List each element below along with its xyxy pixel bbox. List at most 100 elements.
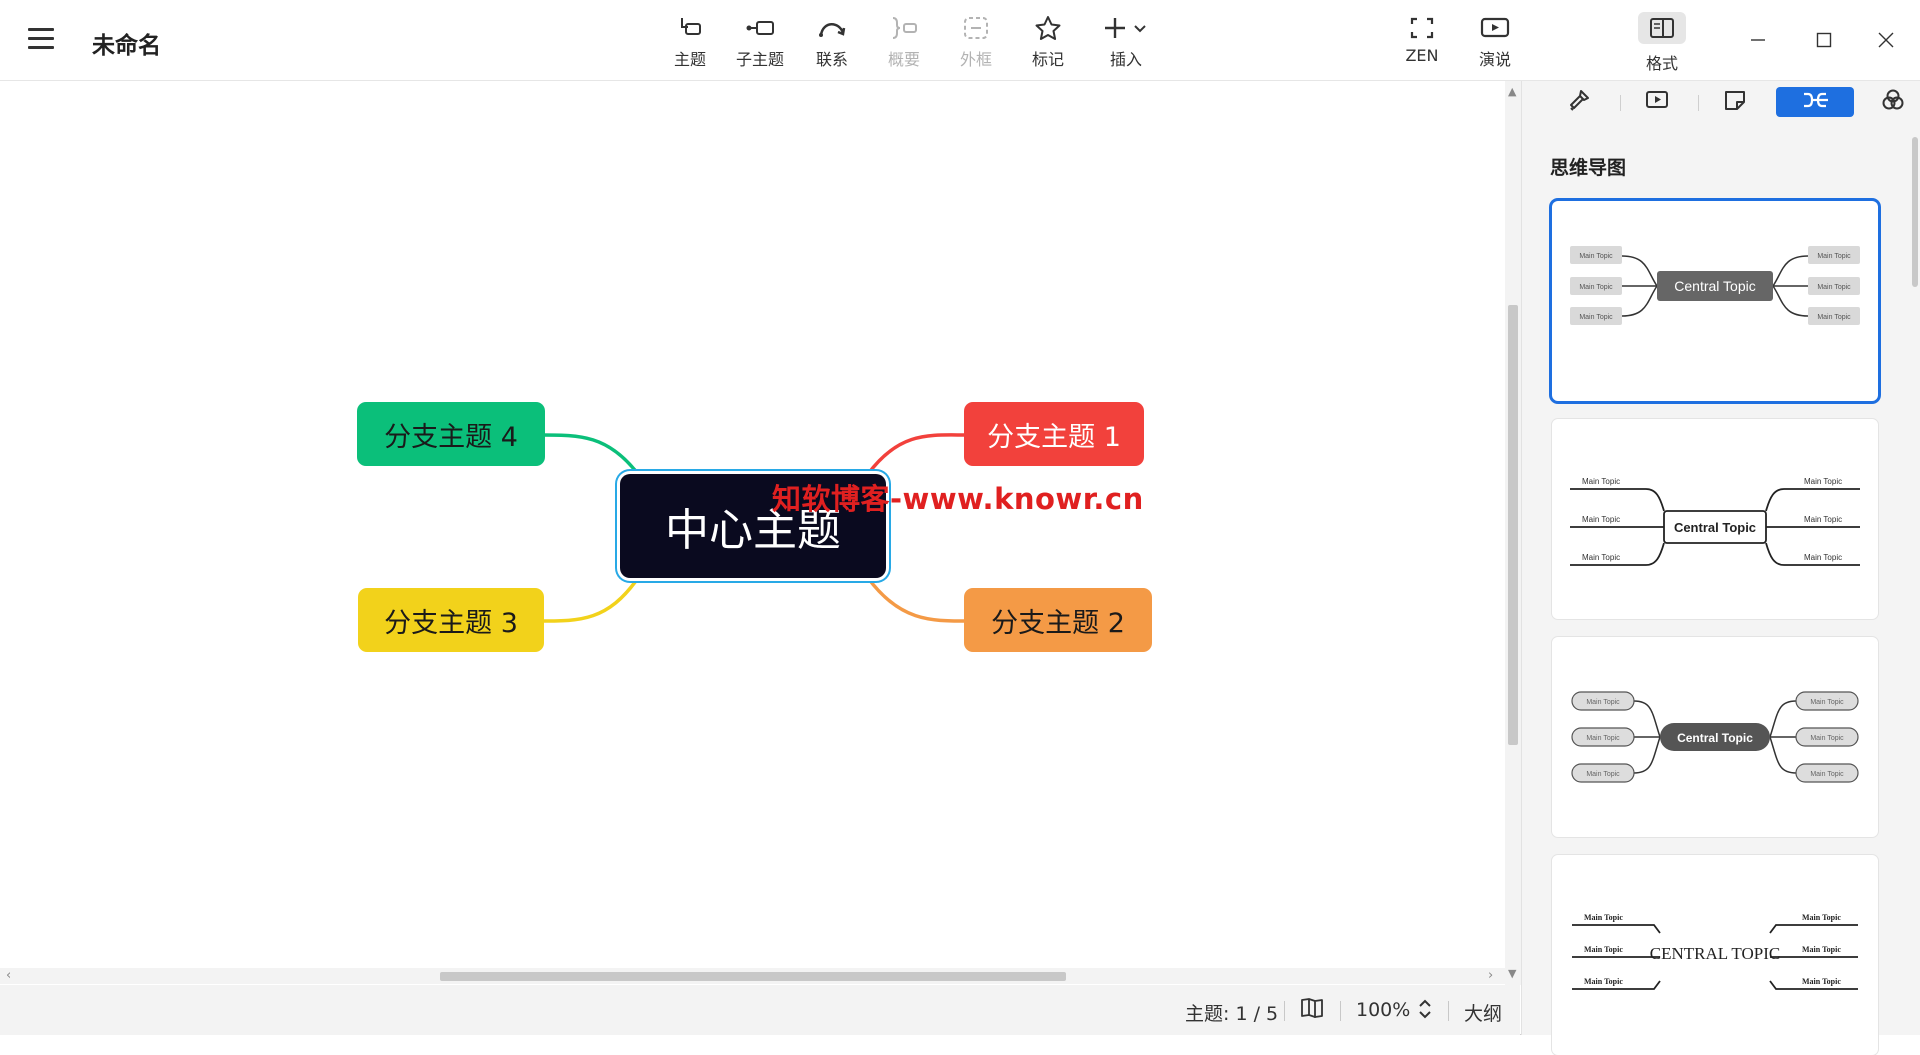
subtopic-button[interactable]: 子主题 [728,14,792,70]
card-1-branch: Main Topic [1817,284,1851,291]
boundary-button[interactable]: 外框 [944,14,1008,70]
maximize-icon[interactable] [1804,20,1844,60]
connector-branch-3 [541,576,640,623]
branch-topic-1-label: 分支主题 1 [987,421,1121,453]
document-title[interactable]: 未命名 [92,26,161,60]
panel-scrollbar[interactable] [1912,137,1918,287]
horizontal-scrollbar[interactable]: ‹ › [0,968,1505,984]
branch-topic-3[interactable]: 分支主题 3 [358,588,544,652]
card-1-central: Central Topic [1674,278,1755,294]
card-3-branch: Main Topic [1586,771,1620,778]
format-button[interactable]: 格式 [1636,12,1688,73]
card-2-branch: Main Topic [1582,515,1620,524]
panel-section-title: 思维导图 [1550,157,1627,179]
watermark-text: 知软博客-www.knowr.cn [772,482,1144,516]
scroll-left-icon[interactable]: ‹ [6,968,11,983]
style-tab[interactable] [1540,87,1618,117]
card-4-branch: Main Topic [1584,977,1623,986]
topic-label: 主题 [673,50,706,69]
card-2-branch: Main Topic [1582,477,1620,486]
card-4-central: CENTRAL TOPIC [1650,944,1781,963]
branch-topic-2[interactable]: 分支主题 2 [964,588,1152,652]
card-3-branch: Main Topic [1810,771,1844,778]
marker-button[interactable]: 标记 [1016,14,1080,70]
structure-card-3[interactable]: Central Topic Main Topic Main Topic Main… [1552,637,1878,837]
card-3-central: Central Topic [1677,731,1753,745]
branch-topic-1[interactable]: 分支主题 1 [964,402,1144,466]
slideshow-icon [1645,90,1669,114]
sticker-tab[interactable] [1696,87,1774,117]
card-4-branch: Main Topic [1802,913,1841,922]
card-2-central: Central Topic [1674,520,1756,535]
plus-icon [1094,14,1158,42]
card-3-branch: Main Topic [1586,735,1620,742]
structure-card-1[interactable]: Central Topic Main Topic Main Topic Main… [1552,201,1878,401]
structure-card-4[interactable]: CENTRAL TOPIC Main Topic Main Topic Main… [1552,855,1878,1055]
card-4-branch: Main Topic [1802,977,1841,986]
summary-label: 概要 [887,50,920,69]
card-3-branch: Main Topic [1810,735,1844,742]
present-button[interactable]: 演说 [1463,14,1527,70]
theme-tab[interactable] [1854,87,1920,117]
style-icon [1568,89,1590,115]
topic-count: 主题: 1 / 5 [1185,1003,1279,1025]
mindmap-structure-tab[interactable] [1776,87,1854,117]
card-2-branch: Main Topic [1804,477,1842,486]
card-2-branch: Main Topic [1804,515,1842,524]
format-label: 格式 [1645,54,1678,73]
relationship-label: 联系 [815,50,848,69]
status-divider [1340,1001,1341,1021]
card-1-branch: Main Topic [1817,253,1851,260]
status-divider [1448,1001,1449,1021]
scroll-right-icon[interactable]: › [1488,968,1493,983]
branch-topic-4[interactable]: 分支主题 4 [357,402,545,466]
subtopic-label: 子主题 [735,50,784,69]
branch-topic-2-label: 分支主题 2 [991,607,1125,639]
close-icon[interactable] [1866,20,1906,60]
marker-label: 标记 [1031,50,1064,69]
boundary-label: 外框 [959,50,992,69]
zen-button[interactable]: ZEN [1390,14,1454,70]
summary-button[interactable]: 概要 [872,14,936,70]
card-1-branch: Main Topic [1579,253,1613,260]
relationship-button[interactable]: 联系 [800,14,864,70]
vertical-scroll-thumb[interactable] [1508,305,1518,745]
zoom-level[interactable]: 100% [1356,999,1410,1021]
status-divider [1284,1001,1285,1021]
status-bar: 主题: 1 / 5 100% 大纲 [0,985,1520,1035]
card-4-branch: Main Topic [1584,913,1623,922]
sticker-icon [1723,89,1747,115]
presentation-icon [1463,14,1527,42]
branch-topic-3-label: 分支主题 3 [384,607,518,639]
map-book-icon[interactable] [1300,997,1324,1024]
structure-preview-2: Central Topic Main Topic Main Topic Main… [1570,477,1860,566]
vertical-scrollbar[interactable]: ▲ ▼ [1505,81,1521,985]
connector-branch-4 [541,433,640,476]
topic-icon [658,14,722,42]
panel-tabs [1522,81,1920,123]
insert-button[interactable]: 插入 [1094,14,1158,70]
card-2-branch: Main Topic [1804,553,1842,562]
format-panel-icon [1638,12,1686,44]
top-toolbar: 未命名 主题 子主题 联系 概要 外框 标记 插入 ZEN 演说 格式 [0,0,1920,81]
slideshow-tab[interactable] [1618,87,1696,117]
connector-branch-2 [866,576,967,623]
structure-card-2[interactable]: Central Topic Main Topic Main Topic Main… [1552,419,1878,619]
boundary-icon [944,14,1008,42]
scroll-up-icon[interactable]: ▲ [1508,85,1516,98]
zen-label: ZEN [1405,46,1439,65]
theme-icon [1881,88,1905,116]
zoom-stepper-icon[interactable] [1418,997,1432,1026]
outline-button[interactable]: 大纲 [1464,999,1502,1026]
hamburger-menu-icon[interactable] [28,28,54,50]
insert-label: 插入 [1109,50,1142,69]
fullscreen-icon [1390,14,1454,42]
subtopic-icon [728,14,792,42]
structure-preview-4: CENTRAL TOPIC Main Topic Main Topic Main… [1572,913,1858,990]
topic-button[interactable]: 主题 [658,14,722,70]
star-icon [1016,14,1080,42]
minimize-icon[interactable] [1738,20,1778,60]
horizontal-scroll-thumb[interactable] [440,972,1066,981]
branch-topic-4-label: 分支主题 4 [384,421,518,453]
scroll-down-icon[interactable]: ▼ [1508,967,1516,980]
